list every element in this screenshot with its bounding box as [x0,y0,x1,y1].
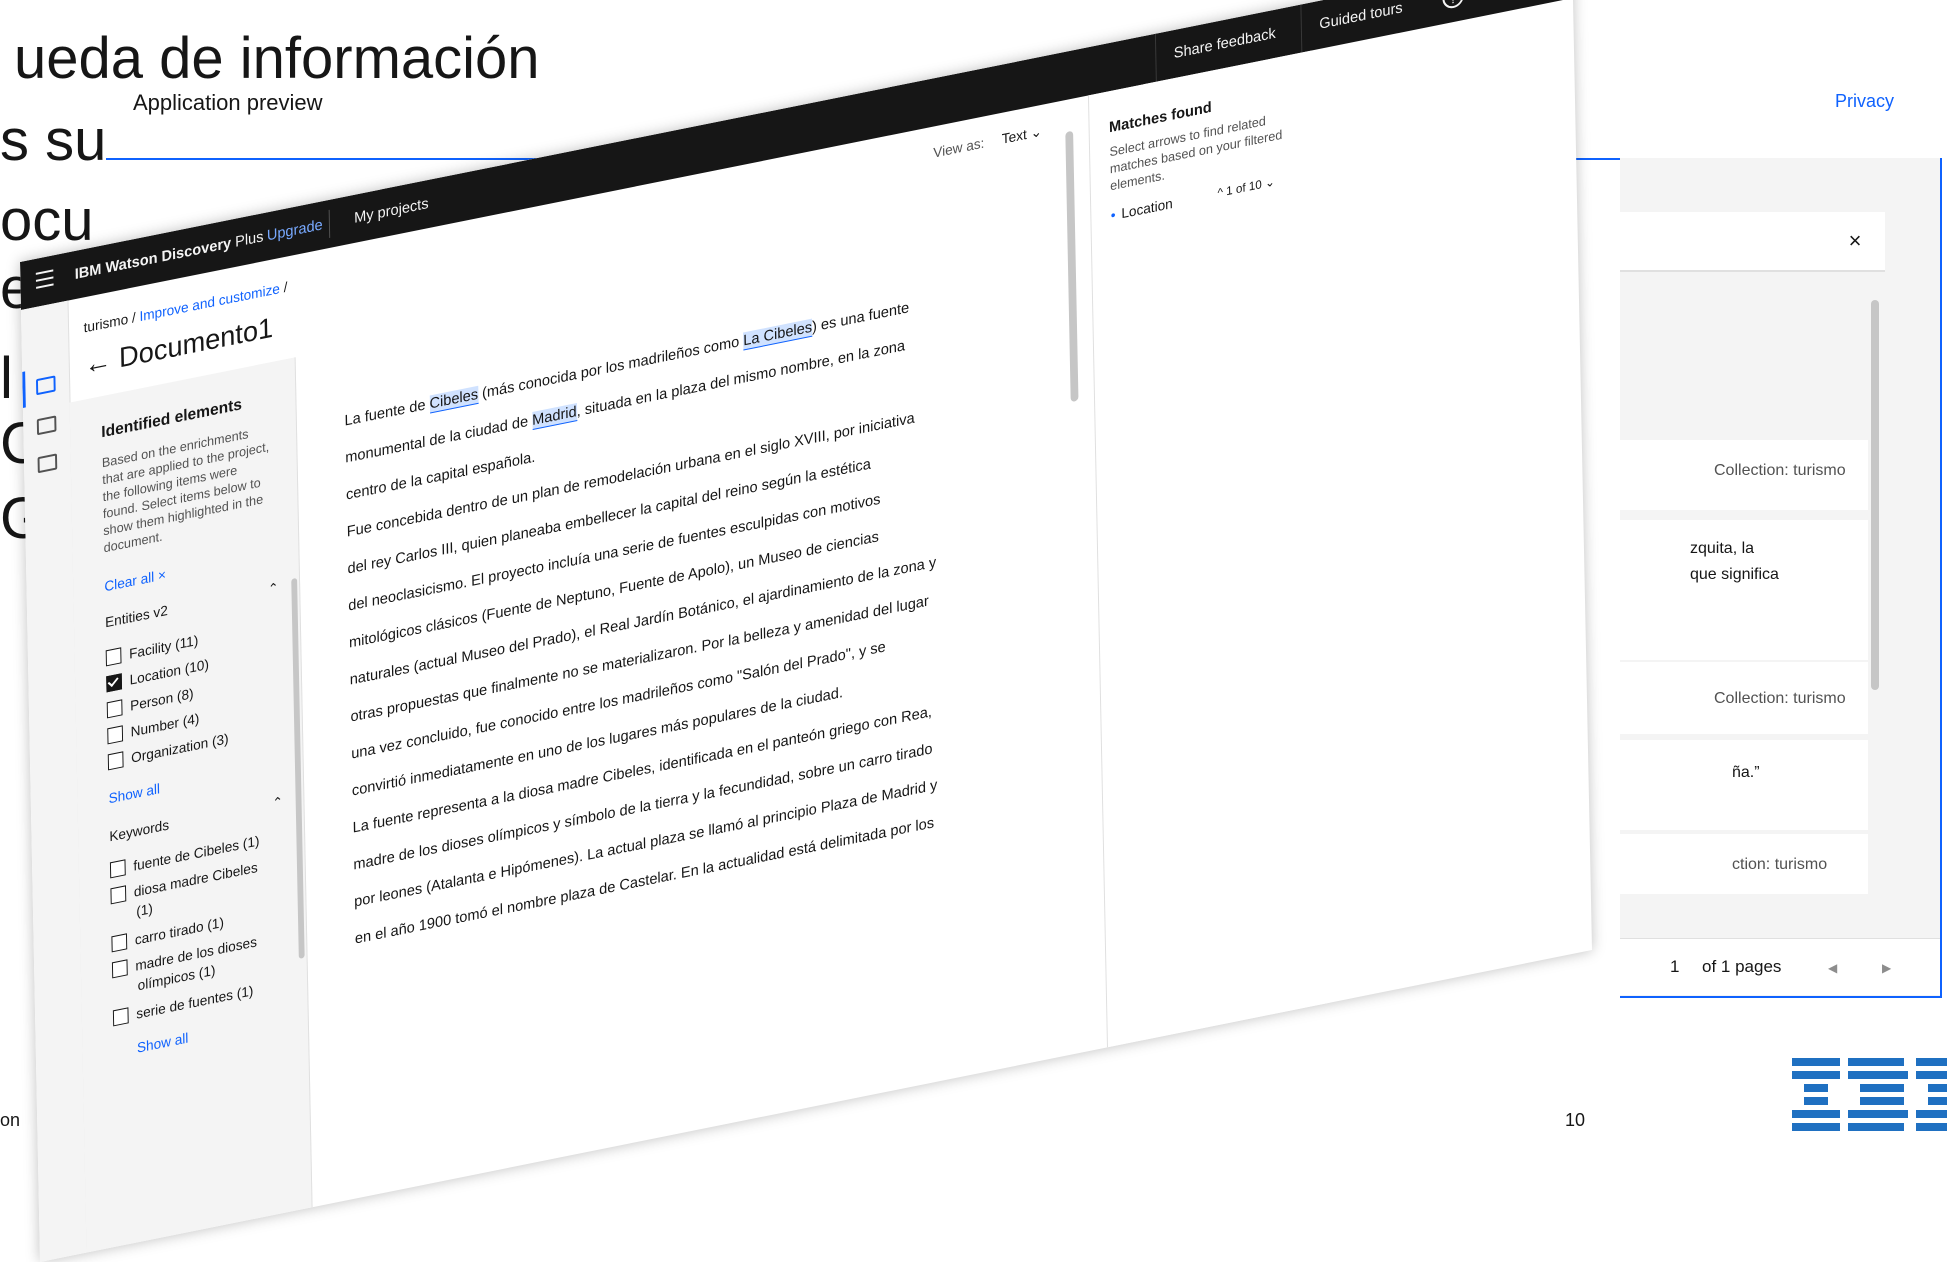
panel-description: Based on the enrichments that are applie… [101,425,270,556]
checkbox-box[interactable] [112,1007,129,1027]
checkbox-keyword[interactable]: serie de fuentes (1) [112,982,254,1027]
collections-icon[interactable] [37,453,58,474]
result-snippet: zquita, la [1690,540,1755,557]
highlighted-location: Cibeles [429,385,479,414]
checkbox-box[interactable] [111,959,128,979]
header-divider [328,209,331,238]
chevron-up-icon[interactable]: ⌃ [272,794,283,812]
show-all-keywords-link[interactable]: Show all [137,1029,189,1055]
slide-title-line-2: s su [0,108,107,173]
highlighted-location: Madrid [532,403,577,431]
user-profile-icon[interactable]: ☺ [1486,0,1509,2]
improve-tools-icon[interactable] [35,375,56,396]
checkbox-box[interactable] [105,647,122,667]
match-navigator[interactable]: ^ 1 of 10 ⌄ [1217,174,1275,200]
entities-group-heading: Entities v2 [104,601,168,631]
guided-tours-button[interactable]: Guided tours [1300,0,1421,53]
product-name: IBM Watson Discovery Plus [74,228,264,284]
chevron-up-icon[interactable]: ⌃ [268,580,279,598]
active-indicator [22,371,26,408]
checkbox-box[interactable] [109,859,126,879]
collection-label: ction: turismo [1732,856,1828,873]
upgrade-link[interactable]: Upgrade [267,216,323,244]
page-number: 1 [1670,957,1680,976]
document-text: La fuente de Cibeles (más conocida por l… [344,266,1034,958]
highlighted-location: La Cibeles [743,318,813,351]
checkbox-box[interactable] [110,885,127,905]
view-as-selector[interactable]: View as: Text ⌄ [933,123,1042,162]
prev-page-icon[interactable]: ◀ [1828,961,1837,975]
pagination: 1 of 1 pages ◀ ▶ [1620,938,1940,995]
keyword-count: (1) [136,899,153,920]
ibm-logo [1792,1058,1947,1131]
folder-icon[interactable] [36,415,57,436]
hamburger-menu-icon[interactable] [35,269,54,294]
result-card[interactable]: Collection: turismo [1620,440,1868,510]
checkbox-box[interactable] [106,699,123,719]
result-card[interactable]: ña.” [1620,740,1868,830]
slide-page-number: 10 [1565,1110,1586,1130]
help-icon[interactable]: ? [1442,0,1465,11]
document-scrollbar[interactable] [1065,130,1079,403]
checkbox-box[interactable] [107,725,124,745]
slide-title-line-3: ocu [0,188,94,253]
checkbox-box[interactable] [111,933,128,953]
close-icon[interactable]: × [1826,212,1884,270]
checkbox-box[interactable] [106,673,123,693]
breadcrumb-separator: / [283,278,288,296]
page-total: of 1 pages [1702,957,1782,976]
slide-title-line-1: ueda de información [14,26,540,91]
breadcrumb-separator: / [131,309,136,326]
preview-title: Application preview [133,90,323,115]
clear-all-button[interactable]: Clear all × [104,566,166,594]
result-snippet: ña.” [1732,764,1760,781]
matches-panel: Matches found Select arrows to find rela… [1087,50,1332,1048]
privacy-link[interactable]: Privacy [1835,91,1894,112]
collection-label: Collection: turismo [1714,690,1846,707]
my-projects-link[interactable]: My projects [354,195,429,227]
collection-label: Collection: turismo [1714,462,1846,479]
identified-elements-panel: Identified elements Based on the enrichm… [69,357,313,1253]
show-all-entities-link[interactable]: Show all [108,780,160,806]
location-match[interactable]: • Location [1111,195,1173,223]
breadcrumb-project[interactable]: turismo [83,311,128,336]
next-page-icon[interactable]: ▶ [1882,961,1891,975]
slide-footer: on [0,1110,21,1130]
slide-title-line-5: l [0,346,13,411]
checkbox-box[interactable] [107,751,124,771]
discovery-screenshot: IBM Watson Discovery Plus Upgrade My pro… [20,0,1592,1262]
result-card[interactable]: ction: turismo [1620,834,1868,894]
result-card[interactable]: zquita, la que significa [1620,520,1868,660]
results-scrollbar[interactable] [1871,300,1879,690]
panel-scrollbar[interactable] [291,577,305,959]
keywords-group-heading: Keywords [109,816,170,845]
result-snippet: que significa [1690,566,1779,583]
result-card[interactable]: Collection: turismo [1620,662,1868,734]
